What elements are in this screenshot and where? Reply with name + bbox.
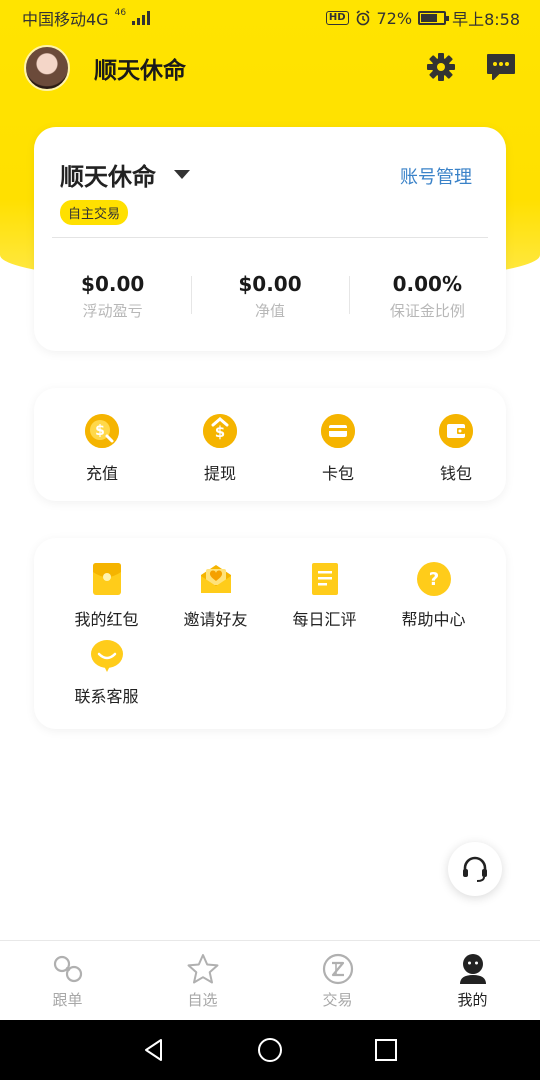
fund-label: 钱包 [439, 464, 472, 483]
stat-net-value: $0.00 净值 [191, 272, 348, 321]
signal-icon [132, 11, 151, 25]
stat-value: $0.00 [81, 272, 145, 296]
user-icon [459, 954, 486, 984]
avatar[interactable] [24, 45, 70, 91]
tab-label: 我的 [457, 991, 488, 1009]
account-manage-link[interactable]: 账号管理 [400, 163, 472, 189]
divider [52, 237, 488, 238]
star-icon [187, 954, 218, 984]
fund-item-cards[interactable]: 卡包 [288, 388, 388, 501]
svg-text:$: $ [215, 423, 225, 441]
chat-icon [487, 54, 515, 80]
daily-review-doc-icon [308, 562, 342, 596]
service-item-help[interactable]: ? 帮助中心 [379, 562, 488, 639]
stat-value: $0.00 [238, 272, 302, 296]
header-actions [424, 50, 518, 84]
wallet-icon [439, 414, 473, 448]
tab-label: 跟单 [52, 991, 83, 1009]
bottom-tab-bar: 跟单 自选 交易 我的 [0, 940, 540, 1020]
account-card: 顺天休命 账号管理 自主交易 $0.00 浮动盈亏 $0.00 净值 0.00%… [34, 127, 506, 351]
back-icon[interactable] [141, 1037, 167, 1063]
settings-button[interactable] [424, 50, 458, 84]
profile-header[interactable]: 顺天休命 [24, 45, 186, 91]
stat-floating-pnl: $0.00 浮动盈亏 [34, 272, 191, 321]
service-label: 每日汇评 [292, 610, 357, 629]
withdraw-coin-icon: $ [203, 414, 237, 448]
tab-trade[interactable]: 交易 [270, 941, 405, 1020]
status-right: HD 72% 早上8:58 [325, 6, 520, 30]
clock: 早上8:58 [452, 10, 520, 29]
service-item-red-packet[interactable]: 我的红包 [52, 562, 161, 639]
hd-icon: HD [325, 11, 349, 25]
battery-percent: 72% [376, 8, 413, 28]
stat-margin-ratio: 0.00% 保证金比例 [348, 272, 506, 321]
svg-text:?: ? [428, 569, 438, 590]
service-label: 我的红包 [74, 610, 139, 629]
service-item-customer-service[interactable]: 联系客服 [52, 639, 161, 716]
status-bar: 中国移动4G 46 HD 72% 早上8:58 [0, 0, 540, 36]
gear-icon [427, 53, 455, 81]
fund-label: 卡包 [321, 464, 354, 483]
service-item-invite[interactable]: 邀请好友 [161, 562, 270, 639]
tab-follow[interactable]: 跟单 [0, 941, 135, 1020]
recents-icon[interactable] [373, 1037, 399, 1063]
account-type-badge: 自主交易 [60, 200, 129, 225]
account-stats: $0.00 浮动盈亏 $0.00 净值 0.00% 保证金比例 [34, 272, 506, 321]
red-packet-icon [90, 562, 124, 596]
stat-label: 保证金比例 [389, 302, 465, 320]
link-icon [53, 955, 82, 983]
profile-username: 顺天休命 [94, 58, 186, 84]
service-item-daily-review[interactable]: 每日汇评 [270, 562, 379, 639]
fund-item-withdraw[interactable]: $ 提现 [170, 388, 270, 501]
services-card: 我的红包 邀请好友 每日汇评 ? 帮助中心 联系客服 [34, 538, 506, 729]
account-switcher[interactable]: 顺天休命 [60, 157, 190, 192]
card-icon [321, 414, 355, 448]
tab-label: 自选 [187, 991, 218, 1009]
funds-card: $ 充值 $ 提现 卡包 钱包 [34, 388, 506, 501]
service-label: 邀请好友 [183, 610, 248, 629]
svg-text:$: $ [95, 423, 105, 439]
stat-label: 净值 [254, 302, 285, 320]
service-label: 帮助中心 [401, 610, 466, 629]
help-icon: ? [416, 562, 451, 596]
fund-label: 提现 [203, 464, 236, 483]
tab-watchlist[interactable]: 自选 [135, 941, 270, 1020]
status-left: 中国移动4G 46 [22, 6, 151, 30]
stat-value: 0.00% [392, 272, 463, 296]
deposit-coin-icon: $ [85, 414, 119, 448]
home-icon[interactable] [257, 1037, 283, 1063]
alarm-icon [356, 10, 369, 26]
service-label: 联系客服 [74, 687, 139, 706]
headset-icon [463, 856, 487, 882]
chevron-down-icon [174, 170, 190, 179]
fund-item-deposit[interactable]: $ 充值 [52, 388, 152, 501]
battery-icon [418, 11, 450, 25]
carrier-label: 中国移动4G [22, 10, 109, 29]
messages-button[interactable] [484, 50, 518, 84]
customer-service-bubble-icon [90, 639, 124, 673]
services-grid: 我的红包 邀请好友 每日汇评 ? 帮助中心 联系客服 [52, 562, 502, 716]
fund-label: 充值 [85, 464, 118, 483]
stat-label: 浮动盈亏 [82, 302, 143, 320]
network-badge: 46 [114, 7, 127, 18]
trade-z-icon [322, 953, 353, 985]
tab-label: 交易 [322, 991, 353, 1009]
account-name: 顺天休命 [60, 163, 156, 191]
system-nav-bar [0, 1020, 540, 1080]
fund-item-wallet[interactable]: 钱包 [406, 388, 506, 501]
customer-service-float-button[interactable] [448, 842, 502, 896]
tab-me[interactable]: 我的 [405, 941, 540, 1020]
invite-envelope-icon [199, 562, 233, 596]
